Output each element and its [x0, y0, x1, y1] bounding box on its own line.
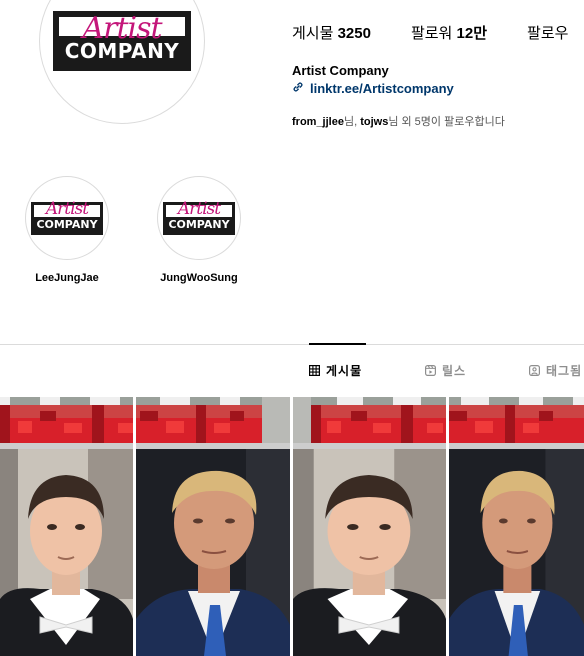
active-tab-indicator [309, 343, 366, 345]
followed-by-rest: 님 외 5명이 팔로우합니다 [388, 116, 505, 128]
profile-link-text: linktr.ee/Artistcompany [310, 81, 454, 96]
artist-company-logo: Artist COMPANY [53, 11, 191, 71]
photo-divider [446, 397, 449, 656]
logo-bar-text: COMPANY [166, 216, 232, 232]
photo-man-tuxedo [293, 449, 446, 656]
reels-icon [425, 365, 437, 377]
censored-text-overlay [0, 397, 290, 449]
tab-posts-label: 게시물 [326, 364, 363, 378]
photo-man-tuxedo [0, 449, 133, 656]
stat-followers-value: 12만 [456, 25, 488, 42]
stat-following-label: 팔로우 [527, 25, 569, 42]
stat-posts[interactable]: 게시물 3250 [292, 22, 371, 43]
followed-by-sep: 님, [343, 116, 361, 128]
logo-script-text: Artist [177, 198, 221, 219]
highlight-leejungjae[interactable]: Artist COMPANY LeeJungJae [17, 176, 117, 284]
tabs-divider [0, 344, 584, 345]
highlight-avatar: Artist COMPANY [157, 176, 241, 260]
photo-man-suit [449, 449, 584, 656]
tab-reels[interactable]: 릴스 [425, 362, 466, 379]
tagged-icon [529, 365, 541, 377]
highlight-label: JungWooSung [160, 272, 238, 284]
photo-man-suit [136, 449, 290, 656]
stat-posts-label: 게시물 [292, 25, 334, 42]
link-icon [292, 81, 304, 96]
profile-name: Artist Company [292, 63, 389, 78]
logo-script-text: Artist [45, 198, 89, 219]
stat-following[interactable]: 팔로우 [527, 22, 568, 43]
highlight-label: LeeJungJae [35, 272, 99, 284]
tab-posts[interactable]: 게시물 [309, 362, 362, 379]
tab-tagged-label: 태그됨 [546, 364, 583, 378]
highlight-avatar: Artist COMPANY [25, 176, 109, 260]
post-thumbnail[interactable] [293, 397, 584, 656]
tab-tagged[interactable]: 태그됨 [529, 362, 582, 379]
logo-bar-text: COMPANY [34, 216, 100, 232]
post-thumbnail[interactable] [0, 397, 290, 656]
tab-reels-label: 릴스 [442, 364, 467, 378]
grid-gap [290, 397, 293, 656]
stat-posts-value: 3250 [337, 25, 371, 42]
artist-company-logo: Artist COMPANY [163, 198, 235, 235]
profile-stats: 게시물 3250 팔로워 12만 팔로우 [292, 22, 568, 43]
highlight-jungwoosung[interactable]: Artist COMPANY JungWooSung [149, 176, 249, 284]
stat-followers-label: 팔로워 [410, 25, 453, 42]
followed-by-text[interactable]: from_jjlee님, tojws님 외 5명이 팔로우합니다 [292, 113, 505, 129]
grid-icon [309, 365, 321, 377]
artist-company-logo: Artist COMPANY [31, 198, 103, 235]
stat-followers[interactable]: 팔로워 12만 [411, 22, 487, 43]
photo-divider [133, 397, 136, 656]
follower-user-1[interactable]: from_jjlee [292, 116, 344, 128]
profile-link[interactable]: linktr.ee/Artistcompany [292, 81, 454, 96]
profile-avatar[interactable]: Artist COMPANY [39, 0, 205, 124]
censored-text-overlay [293, 397, 584, 449]
follower-user-2[interactable]: tojws [360, 116, 388, 128]
logo-script-text: Artist [82, 11, 162, 46]
